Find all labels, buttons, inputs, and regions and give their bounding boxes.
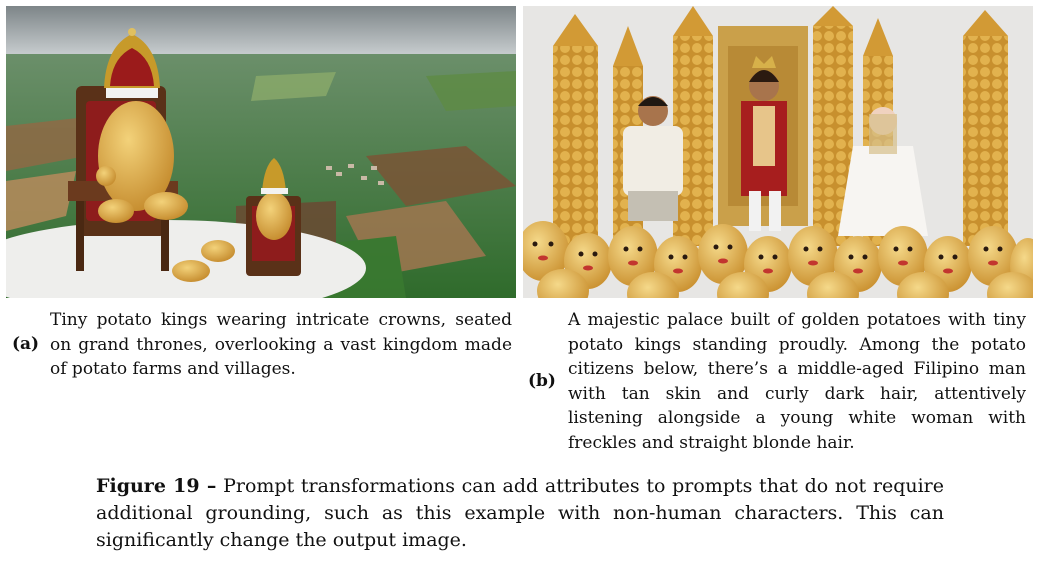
potato-palace-image <box>523 6 1033 298</box>
subcaption-text-b: A majestic palace built of golden potato… <box>568 310 1026 453</box>
figure-caption: Figure 19 – Prompt transformations can a… <box>96 473 944 554</box>
figure-caption-text: Prompt transformations can add attribute… <box>96 475 944 551</box>
image-panel-a <box>6 6 516 298</box>
subfigure-label-b: (b) <box>528 371 556 391</box>
image-panel-b <box>523 6 1033 298</box>
potato-kings-farmland-image <box>6 6 516 298</box>
figure-label: Figure 19 – <box>96 475 217 497</box>
subcaption-text-a: Tiny potato kings wearing intricate crow… <box>50 310 512 379</box>
subfigure-label-a: (a) <box>12 334 40 354</box>
